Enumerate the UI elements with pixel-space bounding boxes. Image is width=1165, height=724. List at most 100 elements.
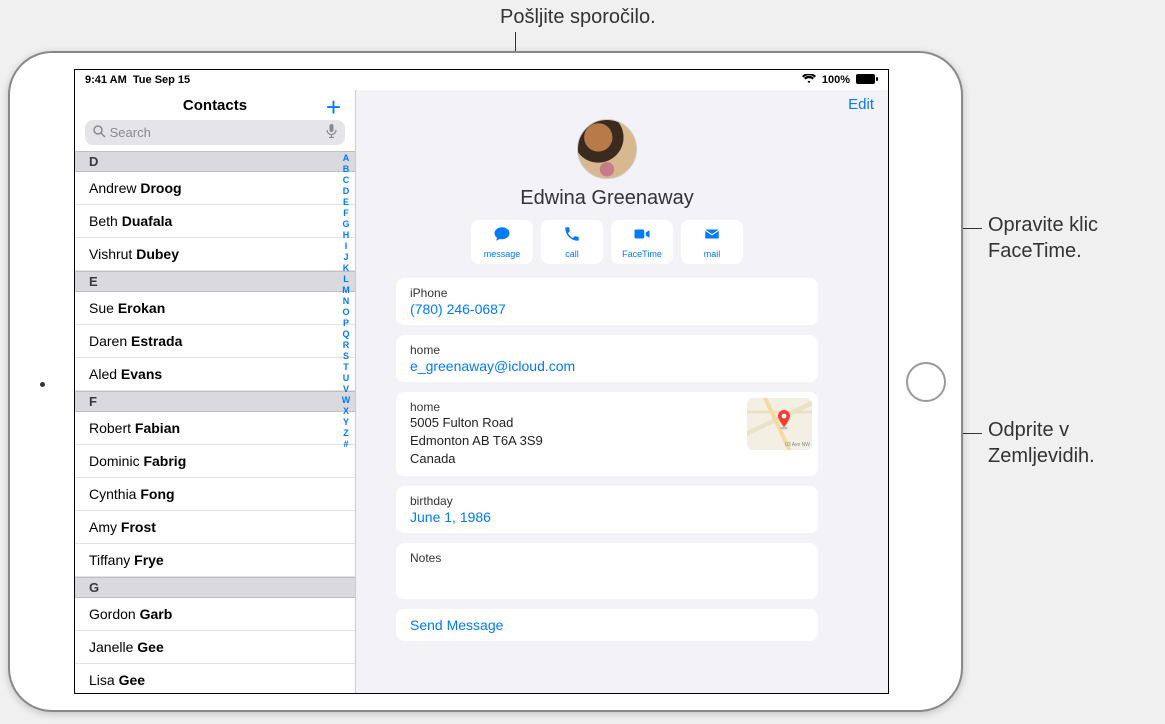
index-letter[interactable]: G [342, 219, 349, 229]
contact-list[interactable]: DAndrew DroogBeth DuafalaVishrut DubeyES… [75, 151, 355, 693]
email-label: home [410, 343, 804, 357]
phone-card[interactable]: iPhone (780) 246-0687 [396, 278, 818, 325]
notes-card[interactable]: Notes [396, 543, 818, 599]
index-letter[interactable]: U [343, 373, 350, 383]
index-letter[interactable]: T [343, 362, 349, 372]
index-letter[interactable]: P [343, 318, 349, 328]
index-letter[interactable]: M [342, 285, 350, 295]
index-letter[interactable]: I [345, 241, 348, 251]
index-letter[interactable]: S [343, 351, 349, 361]
message-icon [492, 225, 512, 248]
alpha-index[interactable]: ABCDEFGHIJKLMNOPQRSTUVWXYZ# [339, 151, 353, 693]
index-letter[interactable]: V [343, 384, 349, 394]
index-letter[interactable]: L [343, 274, 349, 284]
action-row: message call FaceTime mail [396, 220, 818, 264]
index-letter[interactable]: K [343, 263, 350, 273]
contact-row[interactable]: Dominic Fabrig [75, 445, 355, 478]
contact-name: Edwina Greenaway [520, 187, 693, 210]
index-letter[interactable]: F [343, 208, 349, 218]
contact-row[interactable]: Gordon Garb [75, 598, 355, 631]
index-letter[interactable]: N [343, 296, 350, 306]
sidebar: Contacts + Search DAndrew DroogBeth Duaf… [75, 90, 355, 693]
send-message-link: Send Message [410, 617, 804, 633]
contact-row[interactable]: Tiffany Frye [75, 544, 355, 577]
contact-row[interactable]: Aled Evans [75, 358, 355, 391]
send-message-card[interactable]: Send Message [396, 609, 818, 641]
contact-row[interactable]: Janelle Gee [75, 631, 355, 664]
avatar[interactable] [577, 119, 637, 179]
status-date: Tue Sep 15 [133, 74, 190, 86]
action-call-label: call [565, 249, 579, 259]
index-letter[interactable]: B [343, 164, 350, 174]
index-letter[interactable]: # [343, 439, 348, 449]
index-letter[interactable]: Z [343, 428, 349, 438]
action-call[interactable]: call [541, 220, 603, 264]
contact-row[interactable]: Lisa Gee [75, 664, 355, 693]
index-letter[interactable]: A [343, 153, 350, 163]
map-pin-icon [777, 410, 791, 435]
notes-label: Notes [410, 551, 804, 565]
contact-row[interactable]: Cynthia Fong [75, 478, 355, 511]
sidebar-title: Contacts [183, 97, 247, 114]
address-line2: Edmonton AB T6A 3S9 [410, 433, 804, 450]
email-card[interactable]: home e_greenaway@icloud.com [396, 335, 818, 382]
index-letter[interactable]: C [343, 175, 350, 185]
phone-label: iPhone [410, 286, 804, 300]
email-value: e_greenaway@icloud.com [410, 358, 804, 374]
action-mail[interactable]: mail [681, 220, 743, 264]
birthday-value: June 1, 1986 [410, 509, 804, 525]
status-time: 9:41 AM [85, 74, 127, 86]
address-line1: 5005 Fulton Road [410, 415, 804, 432]
mic-icon[interactable] [326, 124, 337, 141]
mail-icon [702, 225, 722, 248]
address-card[interactable]: home 5005 Fulton Road Edmonton AB T6A 3S… [396, 392, 818, 476]
add-contact-button[interactable]: + [326, 92, 341, 123]
contact-row[interactable]: Beth Duafala [75, 205, 355, 238]
status-bar: 9:41 AM Tue Sep 15 100% [75, 70, 888, 90]
index-letter[interactable]: Q [342, 329, 349, 339]
edit-button[interactable]: Edit [848, 96, 874, 113]
contact-row[interactable]: Sue Erokan [75, 292, 355, 325]
index-letter[interactable]: Y [343, 417, 349, 427]
index-letter[interactable]: O [342, 307, 349, 317]
search-icon [93, 125, 106, 141]
address-label: home [410, 400, 804, 414]
birthday-card[interactable]: birthday June 1, 1986 [396, 486, 818, 533]
battery-pct: 100% [822, 74, 850, 86]
index-letter[interactable]: R [343, 340, 350, 350]
index-letter[interactable]: J [343, 252, 348, 262]
contact-row[interactable]: Andrew Droog [75, 172, 355, 205]
phone-icon [562, 225, 582, 248]
address-line3: Canada [410, 451, 804, 468]
callout-facetime-l1: Opravite klic [988, 214, 1098, 237]
callout-facetime-l2: FaceTime. [988, 240, 1082, 263]
index-letter[interactable]: W [342, 395, 351, 405]
action-message[interactable]: message [471, 220, 533, 264]
index-letter[interactable]: X [343, 406, 349, 416]
contact-row[interactable]: Vishrut Dubey [75, 238, 355, 271]
home-button[interactable] [906, 362, 946, 402]
callout-maps-l2: Zemljevidih. [988, 445, 1095, 468]
video-icon [632, 225, 652, 248]
action-message-label: message [484, 249, 521, 259]
index-letter[interactable]: E [343, 197, 349, 207]
section-header: F [75, 391, 355, 412]
map-thumbnail[interactable]: 03 Ave NW [747, 398, 812, 450]
screen: 9:41 AM Tue Sep 15 100% Contacts + Searc… [74, 69, 889, 694]
index-letter[interactable]: D [343, 186, 350, 196]
detail-pane: Edit Edwina Greenaway message [355, 90, 888, 693]
section-header: D [75, 151, 355, 172]
contact-row[interactable]: Amy Frost [75, 511, 355, 544]
phone-value: (780) 246-0687 [410, 301, 804, 317]
ipad-frame: 9:41 AM Tue Sep 15 100% Contacts + Searc… [8, 51, 963, 712]
contact-row[interactable]: Daren Estrada [75, 325, 355, 358]
action-facetime[interactable]: FaceTime [611, 220, 673, 264]
battery-icon [856, 74, 878, 87]
section-header: E [75, 271, 355, 292]
contact-row[interactable]: Robert Fabian [75, 412, 355, 445]
callout-maps-l1: Odprite v [988, 419, 1069, 442]
map-street-label: 03 Ave NW [785, 442, 810, 448]
action-facetime-label: FaceTime [622, 249, 662, 259]
search-input[interactable]: Search [85, 120, 345, 145]
index-letter[interactable]: H [343, 230, 350, 240]
